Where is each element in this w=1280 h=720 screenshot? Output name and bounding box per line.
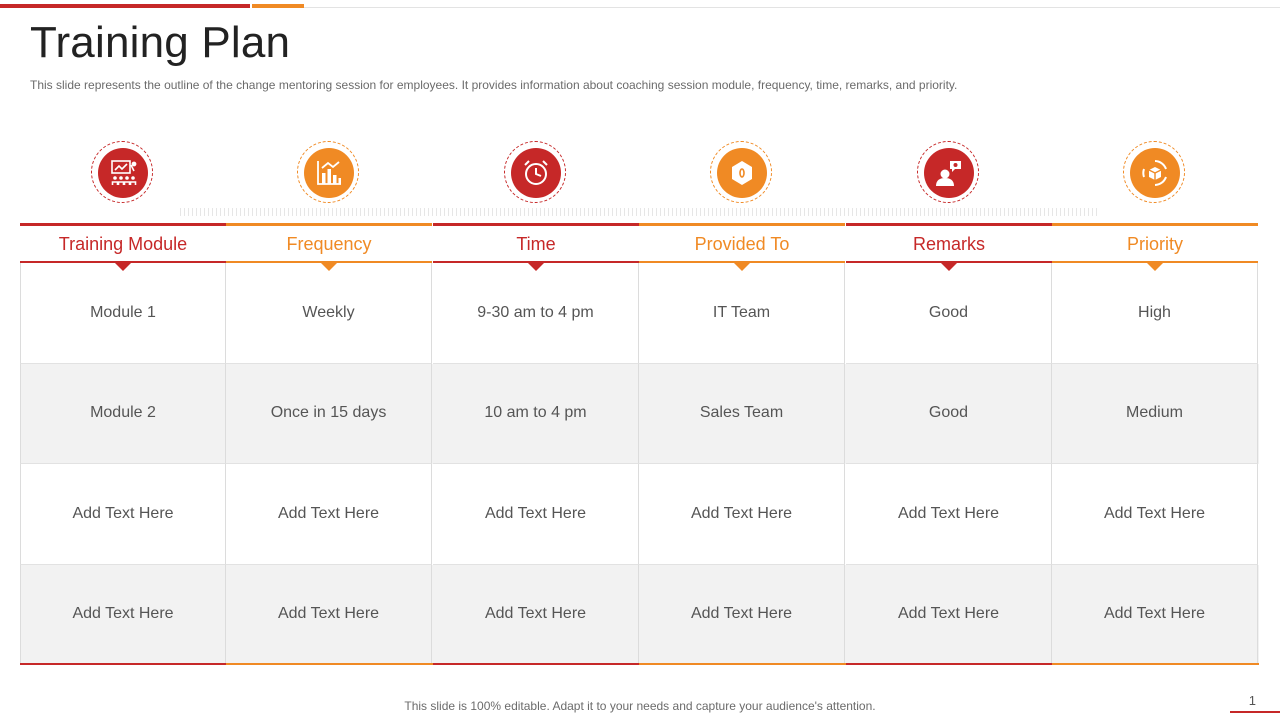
training-plan-table: Training Module Frequency Time Provided … bbox=[20, 223, 1259, 665]
table-cell: Add Text Here bbox=[1052, 564, 1258, 665]
table-cell: Add Text Here bbox=[639, 464, 845, 565]
table-row: Module 1 Weekly 9-30 am to 4 pm IT Team … bbox=[20, 263, 1259, 364]
table-cell: Add Text Here bbox=[226, 464, 432, 565]
table-cell: Add Text Here bbox=[1052, 464, 1258, 565]
table-cell: Add Text Here bbox=[226, 564, 432, 665]
hexagon-badge-icon bbox=[717, 148, 767, 198]
table-cell: 9-30 am to 4 pm bbox=[433, 263, 639, 364]
table-row: Add Text Here Add Text Here Add Text Her… bbox=[20, 464, 1259, 565]
table-cell: Add Text Here bbox=[846, 464, 1052, 565]
column-header-label: Time bbox=[516, 234, 556, 254]
table-bottom-border bbox=[20, 663, 1259, 665]
column-header-label: Provided To bbox=[694, 234, 790, 254]
icon-cell-provided-to bbox=[639, 140, 845, 212]
alarm-clock-icon bbox=[511, 148, 561, 198]
table-cell: Weekly bbox=[226, 263, 432, 364]
icon-cell-remarks bbox=[846, 140, 1052, 212]
page-title: Training Plan bbox=[30, 18, 291, 67]
table-cell: Add Text Here bbox=[20, 464, 226, 565]
top-accent-bar-red bbox=[0, 4, 250, 8]
page-number: 1 bbox=[1248, 693, 1256, 708]
table-cell: Module 2 bbox=[20, 363, 226, 464]
table-cell: Sales Team bbox=[639, 363, 845, 464]
table-cell: Add Text Here bbox=[20, 564, 226, 665]
table-cell: Add Text Here bbox=[639, 564, 845, 665]
icon-cell-training-module bbox=[20, 140, 226, 212]
column-header-label: Remarks bbox=[912, 234, 985, 254]
presentation-board-icon bbox=[98, 148, 148, 198]
table-header-row: Training Module Frequency Time Provided … bbox=[20, 223, 1259, 271]
table-cell: High bbox=[1052, 263, 1258, 364]
column-header-provided-to: Provided To bbox=[639, 223, 845, 271]
icon-cell-priority bbox=[1052, 140, 1258, 212]
top-divider-line bbox=[304, 7, 1280, 8]
column-header-frequency: Frequency bbox=[226, 223, 432, 271]
table-cell: Once in 15 days bbox=[226, 363, 432, 464]
table-cell: IT Team bbox=[639, 263, 845, 364]
icon-cell-time bbox=[433, 140, 639, 212]
column-header-remarks: Remarks bbox=[846, 223, 1052, 271]
table-row: Module 2 Once in 15 days 10 am to 4 pm S… bbox=[20, 363, 1259, 464]
table-cell: Good bbox=[846, 363, 1052, 464]
table-cell: Add Text Here bbox=[433, 464, 639, 565]
target-cycle-icon bbox=[1130, 148, 1180, 198]
icon-cell-frequency bbox=[226, 140, 432, 212]
column-header-label: Frequency bbox=[286, 234, 372, 254]
table-cell: Add Text Here bbox=[433, 564, 639, 665]
table-body: Module 1 Weekly 9-30 am to 4 pm IT Team … bbox=[20, 263, 1259, 665]
table-cell: Add Text Here bbox=[846, 564, 1052, 665]
table-cell: Module 1 bbox=[20, 263, 226, 364]
column-header-label: Priority bbox=[1126, 234, 1183, 254]
top-accent-bar-orange bbox=[252, 4, 304, 8]
column-header-training-module: Training Module bbox=[20, 223, 226, 271]
table-row: Add Text Here Add Text Here Add Text Her… bbox=[20, 564, 1259, 665]
table-cell: 10 am to 4 pm bbox=[433, 363, 639, 464]
table-cell: Good bbox=[846, 263, 1052, 364]
column-header-label: Training Module bbox=[58, 234, 188, 254]
column-header-time: Time bbox=[433, 223, 639, 271]
icon-row bbox=[20, 140, 1259, 212]
page-number-underline bbox=[1230, 711, 1280, 713]
user-feedback-icon bbox=[924, 148, 974, 198]
page-subtitle: This slide represents the outline of the… bbox=[30, 78, 958, 92]
column-header-priority: Priority bbox=[1052, 223, 1258, 271]
table-cell: Medium bbox=[1052, 363, 1258, 464]
bar-chart-icon bbox=[304, 148, 354, 198]
footer-note: This slide is 100% editable. Adapt it to… bbox=[404, 699, 876, 713]
